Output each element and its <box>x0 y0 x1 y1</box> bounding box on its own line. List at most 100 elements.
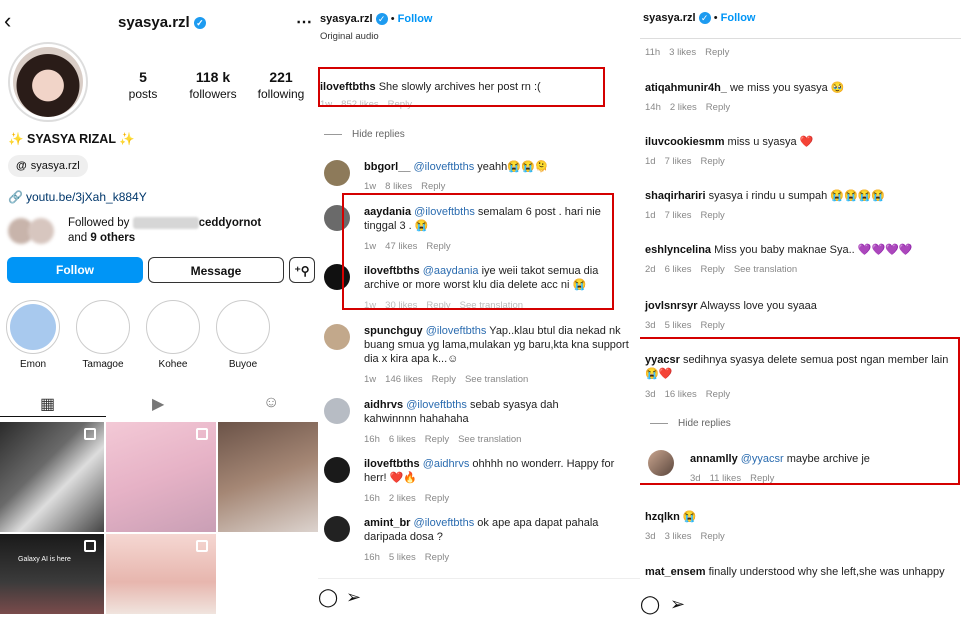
reply-button[interactable]: Reply <box>701 531 725 542</box>
header-follow-button[interactable]: Follow <box>721 12 756 24</box>
follow-button[interactable]: Follow <box>7 257 143 283</box>
avatar[interactable] <box>324 160 350 186</box>
reply-button[interactable]: Reply <box>425 434 449 445</box>
following-count: 221 <box>269 69 293 85</box>
comment-username[interactable]: atiqahmunir4h_ <box>645 82 727 94</box>
threads-handle: syasya.rzl <box>30 160 80 172</box>
avatar[interactable] <box>324 457 350 483</box>
highlight-tamagoe[interactable] <box>76 300 130 354</box>
comment-text: finally understood why she left,she was … <box>708 566 945 578</box>
reply-button[interactable]: Reply <box>425 552 449 563</box>
highlight-buyoe[interactable] <box>216 300 270 354</box>
likes-count[interactable]: 3 likes <box>669 47 696 58</box>
comment-username[interactable]: shaqirhariri <box>645 190 706 202</box>
mutual-followers-avatars <box>8 218 62 244</box>
followers-label: followers <box>189 87 237 101</box>
comment-username[interactable]: jovlsnrsyr <box>645 300 698 312</box>
hide-replies-button[interactable]: Hide replies <box>324 129 405 140</box>
likes-count[interactable]: 146 likes <box>385 374 423 385</box>
reply-button[interactable]: Reply <box>421 181 445 192</box>
message-button[interactable]: Message <box>148 257 284 283</box>
likes-count[interactable]: 5 likes <box>665 320 692 331</box>
followed-by-text[interactable]: Followed by ceddyornot and 9 others <box>68 216 313 246</box>
likes-count[interactable]: 2 likes <box>389 493 416 504</box>
post-thumbnail[interactable] <box>218 422 318 532</box>
posts-stat[interactable]: 5 posts <box>120 69 166 101</box>
see-translation-button[interactable]: See translation <box>734 264 797 275</box>
avatar[interactable] <box>324 516 350 542</box>
tagged-tab-icon[interactable]: ☺ <box>263 394 279 412</box>
highlight-label: Tamagoe <box>82 359 124 370</box>
divider <box>640 38 961 39</box>
carousel-icon <box>196 540 208 552</box>
reels-tab-icon[interactable]: ▶ <box>152 394 164 414</box>
link-icon: 🔗 <box>8 190 23 204</box>
comment-username[interactable]: aidhrvs <box>364 399 403 411</box>
comment-mention[interactable]: @iloveftbths <box>406 399 467 411</box>
likes-count[interactable]: 7 likes <box>665 156 692 167</box>
highlight-emon[interactable] <box>6 300 60 354</box>
back-arrow-icon[interactable]: ‹ <box>4 10 11 32</box>
avatar[interactable] <box>324 324 350 350</box>
highlight-label: Buyoe <box>228 359 258 370</box>
active-tab-indicator <box>0 416 106 417</box>
comment-mention[interactable]: @iloveftbths <box>426 325 487 337</box>
more-options-icon[interactable]: ⋯ <box>296 12 313 32</box>
comment-text: we miss you syasya 🥹 <box>729 82 845 94</box>
header-follow-button[interactable]: Follow <box>398 13 433 25</box>
reply-button[interactable]: Reply <box>701 320 725 331</box>
comment-username[interactable]: mat_ensem <box>645 566 706 578</box>
reply-button[interactable]: Reply <box>432 374 456 385</box>
avatar[interactable] <box>324 398 350 424</box>
comment-username[interactable]: bbgorl__ <box>364 161 410 173</box>
following-label: following <box>257 87 305 101</box>
comment-mention[interactable]: @aidhrvs <box>423 458 470 470</box>
profile-avatar[interactable] <box>8 42 88 122</box>
grid-tab-icon[interactable]: ▦ <box>40 394 55 414</box>
comment-username[interactable]: amint_br <box>364 517 410 529</box>
comments-panel-1: syasya.rzl ✓ • Follow Original audio ilo… <box>318 0 640 620</box>
followers-stat[interactable]: 118 k followers <box>182 69 244 101</box>
comment-bubble-icon[interactable]: ◯ <box>640 594 660 615</box>
following-stat[interactable]: 221 following <box>254 69 308 101</box>
comment-mention[interactable]: @iloveftbths <box>414 161 475 173</box>
reply-button[interactable]: Reply <box>701 156 725 167</box>
likes-count[interactable]: 7 likes <box>665 210 692 221</box>
blurred-name <box>132 216 199 229</box>
comment-meta: 11h 3 likes Reply <box>645 47 730 58</box>
likes-count[interactable]: 3 likes <box>665 531 692 542</box>
comment-username[interactable]: hzqlkn <box>645 511 680 523</box>
reply-button[interactable]: Reply <box>705 47 729 58</box>
highlight-label: Emon <box>19 359 47 370</box>
threads-badge[interactable]: @ syasya.rzl <box>8 155 88 177</box>
add-person-icon[interactable]: ⁺⚲ <box>289 257 315 283</box>
threads-icon: @ <box>16 160 27 172</box>
likes-count[interactable]: 8 likes <box>385 181 412 192</box>
likes-count[interactable]: 6 likes <box>665 264 692 275</box>
see-translation-button[interactable]: See translation <box>465 374 528 385</box>
reply-button[interactable]: Reply <box>701 264 725 275</box>
comment-bubble-icon[interactable]: ◯ <box>318 587 338 608</box>
header-username[interactable]: syasya.rzl <box>320 13 373 25</box>
likes-count[interactable]: 2 likes <box>670 102 697 113</box>
share-send-icon[interactable]: ➢ <box>670 594 685 615</box>
likes-count[interactable]: 6 likes <box>389 434 416 445</box>
comment-text: miss u syasya ❤️ <box>727 136 814 148</box>
comment-username[interactable]: spunchguy <box>364 325 423 337</box>
reply-button[interactable]: Reply <box>706 102 730 113</box>
comment-username[interactable]: eshlyncelina <box>645 244 711 256</box>
profile-link[interactable]: 🔗 youtu.be/3jXah_k884Y <box>8 190 147 204</box>
comment-mention[interactable]: @iloveftbths <box>414 517 475 529</box>
comment-username[interactable]: iloveftbths <box>364 458 420 470</box>
reel-header: syasya.rzl ✓ • Follow <box>320 13 433 26</box>
header-username[interactable]: syasya.rzl <box>643 12 696 24</box>
share-send-icon[interactable]: ➢ <box>346 587 361 608</box>
see-translation-button[interactable]: See translation <box>458 434 521 445</box>
comment-username[interactable]: iluvcookiesmm <box>645 136 724 148</box>
reply-button[interactable]: Reply <box>701 210 725 221</box>
highlight-kohee[interactable] <box>146 300 200 354</box>
reel-header: syasya.rzl ✓ • Follow <box>643 12 756 25</box>
reply-button[interactable]: Reply <box>425 493 449 504</box>
likes-count[interactable]: 5 likes <box>389 552 416 563</box>
posts-label: posts <box>128 87 158 101</box>
